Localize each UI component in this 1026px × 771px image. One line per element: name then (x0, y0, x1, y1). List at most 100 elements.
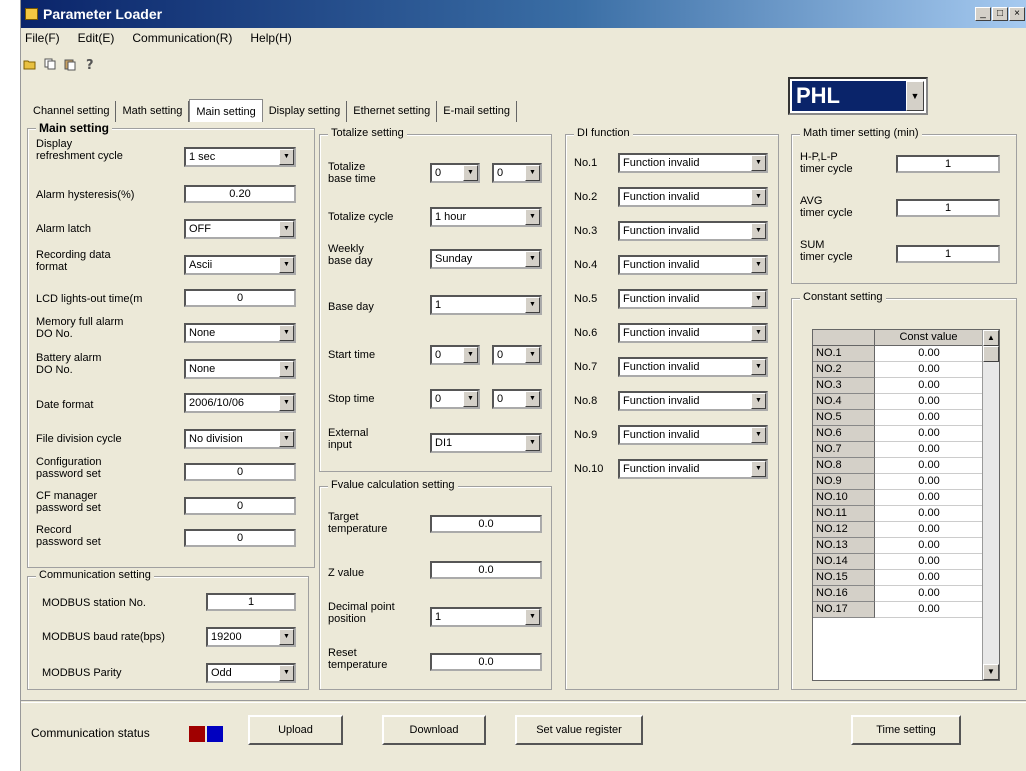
battery-alarm-select[interactable]: None ▼ (184, 359, 296, 379)
modbus-baud-select[interactable]: 19200 ▼ (206, 627, 296, 647)
tab-math-setting[interactable]: Math setting (116, 101, 190, 122)
lcd-lights-field[interactable]: 0 (184, 289, 296, 307)
tab-ethernet-setting[interactable]: Ethernet setting (347, 101, 438, 122)
reset-temperature-field[interactable]: 0.0 (430, 653, 542, 671)
recording-format-select[interactable]: Ascii ▼ (184, 255, 296, 275)
set-value-register-button[interactable]: Set value register (515, 715, 643, 745)
di-select-4[interactable]: Function invalid ▼ (618, 255, 768, 275)
totalize-base-hour-select[interactable]: 0 ▼ (430, 163, 480, 183)
hpl-timer-field[interactable]: 1 (896, 155, 1000, 173)
di-select-2[interactable]: Function invalid ▼ (618, 187, 768, 207)
table-row[interactable]: NO.7 0.00 (813, 442, 983, 458)
stop-minute-select[interactable]: 0 ▼ (492, 389, 542, 409)
date-format-select[interactable]: 2006/10/06 ▼ (184, 393, 296, 413)
di-select-10[interactable]: Function invalid ▼ (618, 459, 768, 479)
di-select-1[interactable]: Function invalid ▼ (618, 153, 768, 173)
tab-channel-setting[interactable]: Channel setting (27, 101, 117, 122)
copy-icon[interactable] (43, 57, 57, 71)
totalize-cycle-select[interactable]: 1 hour ▼ (430, 207, 542, 227)
sum-timer-field[interactable]: 1 (896, 245, 1000, 263)
chevron-down-icon: ▼ (525, 391, 540, 407)
scroll-up-icon[interactable]: ▲ (983, 330, 999, 346)
minimize-icon[interactable]: _ (975, 7, 991, 21)
table-row[interactable]: NO.11 0.00 (813, 506, 983, 522)
table-row[interactable]: NO.17 0.00 (813, 602, 983, 618)
date-format-label: Date format (36, 399, 94, 411)
alarm-latch-select[interactable]: OFF ▼ (184, 219, 296, 239)
upload-button[interactable]: Upload (248, 715, 343, 745)
di-select-6[interactable]: Function invalid ▼ (618, 323, 768, 343)
download-button[interactable]: Download (382, 715, 486, 745)
stop-hour-select[interactable]: 0 ▼ (430, 389, 480, 409)
menu-edit[interactable]: Edit(E) (78, 31, 115, 51)
scroll-thumb[interactable] (983, 346, 999, 362)
z-value-field[interactable]: 0.0 (430, 561, 542, 579)
chevron-down-icon: ▼ (525, 297, 540, 313)
base-day-select[interactable]: 1 ▼ (430, 295, 542, 315)
table-row[interactable]: NO.9 0.00 (813, 474, 983, 490)
table-row[interactable]: NO.5 0.00 (813, 410, 983, 426)
model-select[interactable]: PHL ▼ (788, 77, 928, 115)
cf-password-field[interactable]: 0 (184, 497, 296, 515)
file-division-select[interactable]: No division ▼ (184, 429, 296, 449)
table-row[interactable]: NO.6 0.00 (813, 426, 983, 442)
totalize-base-minute-select[interactable]: 0 ▼ (492, 163, 542, 183)
display-refresh-select[interactable]: 1 sec ▼ (184, 147, 296, 167)
di-select-5[interactable]: Function invalid ▼ (618, 289, 768, 309)
menu-communication[interactable]: Communication(R) (132, 31, 232, 51)
svg-text:?: ? (86, 58, 94, 71)
table-scrollbar[interactable]: ▲ ▼ (982, 330, 999, 680)
start-hour-select[interactable]: 0 ▼ (430, 345, 480, 365)
external-input-label: External input (328, 427, 369, 451)
di-select-3[interactable]: Function invalid ▼ (618, 221, 768, 241)
decimal-point-select[interactable]: 1 ▼ (430, 607, 542, 627)
modbus-parity-select[interactable]: Odd ▼ (206, 663, 296, 683)
help-icon[interactable]: ? (83, 57, 97, 71)
table-row[interactable]: NO.8 0.00 (813, 458, 983, 474)
maximize-icon[interactable]: □ (992, 7, 1008, 21)
tab-email-setting[interactable]: E-mail setting (437, 101, 517, 122)
external-input-select[interactable]: DI1 ▼ (430, 433, 542, 453)
di-select-9[interactable]: Function invalid ▼ (618, 425, 768, 445)
chevron-down-icon: ▼ (279, 257, 294, 273)
memory-full-label: Memory full alarm DO No. (36, 316, 124, 340)
di-label-8: No.8 (574, 395, 598, 407)
weekly-base-day-select[interactable]: Sunday ▼ (430, 249, 542, 269)
table-row[interactable]: NO.4 0.00 (813, 394, 983, 410)
main-setting-title: Main setting (36, 121, 113, 135)
time-setting-button[interactable]: Time setting (851, 715, 961, 745)
tab-display-setting[interactable]: Display setting (263, 101, 348, 122)
reset-temperature-label: Reset temperature (328, 647, 388, 671)
paste-icon[interactable] (63, 57, 77, 71)
tab-main-setting[interactable]: Main setting (189, 99, 263, 122)
tab-bar: Channel setting Math setting Main settin… (27, 99, 517, 122)
chevron-down-icon: ▼ (279, 361, 294, 377)
table-row[interactable]: NO.2 0.00 (813, 362, 983, 378)
scroll-down-icon[interactable]: ▼ (983, 664, 999, 680)
chevron-down-icon: ▼ (463, 391, 478, 407)
table-row[interactable]: NO.14 0.00 (813, 554, 983, 570)
record-password-field[interactable]: 0 (184, 529, 296, 547)
start-minute-select[interactable]: 0 ▼ (492, 345, 542, 365)
close-icon[interactable]: × (1009, 7, 1025, 21)
table-row[interactable]: NO.10 0.00 (813, 490, 983, 506)
config-password-field[interactable]: 0 (184, 463, 296, 481)
menu-file[interactable]: File(F) (25, 31, 60, 51)
alarm-hysteresis-field[interactable]: 0.20 (184, 185, 296, 203)
target-temperature-field[interactable]: 0.0 (430, 515, 542, 533)
modbus-station-field[interactable]: 1 (206, 593, 296, 611)
di-select-7[interactable]: Function invalid ▼ (618, 357, 768, 377)
table-row[interactable]: NO.1 0.00 (813, 346, 983, 362)
di-label-4: No.4 (574, 259, 598, 271)
menu-help[interactable]: Help(H) (250, 31, 291, 51)
avg-timer-field[interactable]: 1 (896, 199, 1000, 217)
memory-full-select[interactable]: None ▼ (184, 323, 296, 343)
table-row[interactable]: NO.15 0.00 (813, 570, 983, 586)
chevron-down-icon[interactable]: ▼ (906, 81, 924, 111)
table-row[interactable]: NO.13 0.00 (813, 538, 983, 554)
table-row[interactable]: NO.16 0.00 (813, 586, 983, 602)
table-row[interactable]: NO.3 0.00 (813, 378, 983, 394)
open-folder-icon[interactable] (23, 57, 37, 71)
table-row[interactable]: NO.12 0.00 (813, 522, 983, 538)
di-select-8[interactable]: Function invalid ▼ (618, 391, 768, 411)
